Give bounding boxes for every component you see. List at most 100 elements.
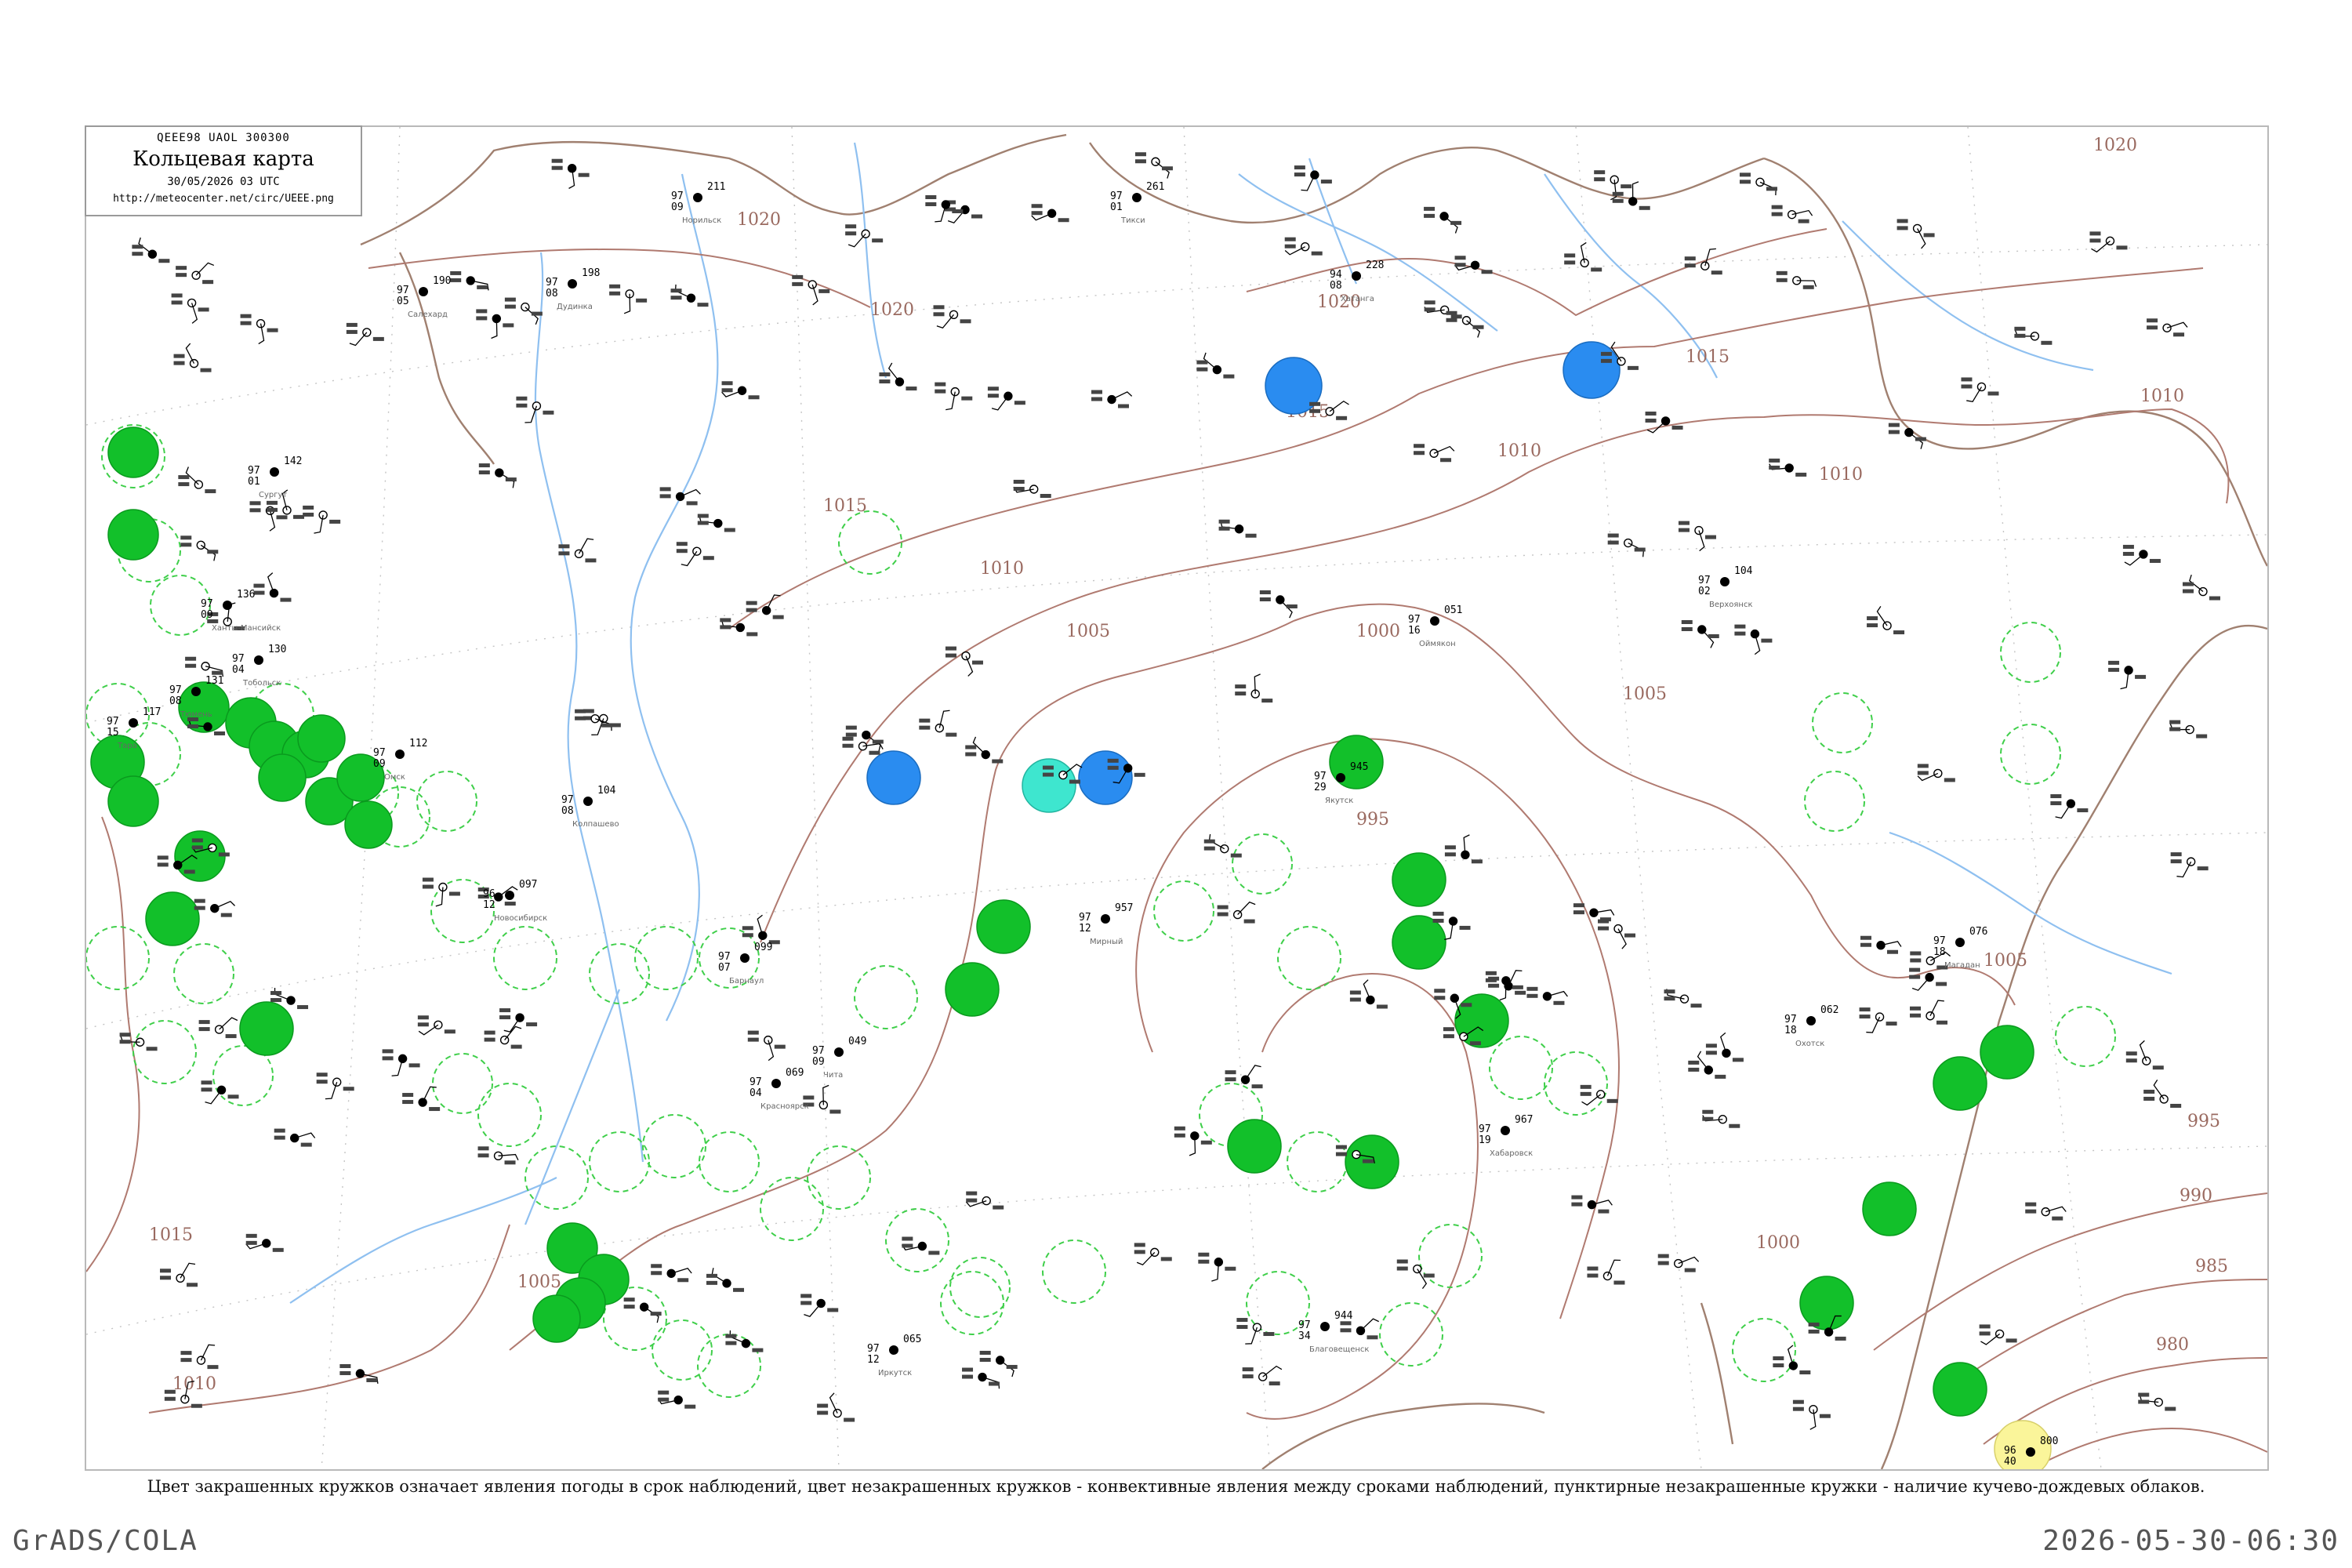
station-dot (180, 1395, 190, 1404)
station-value-mark (187, 1283, 198, 1287)
station-value-mark (1684, 263, 1696, 268)
station-value-mark (818, 289, 830, 293)
station-value-mark (746, 608, 757, 612)
station-p: 112 (409, 738, 427, 750)
station-value-mark (245, 1233, 257, 1238)
station-value-mark (1174, 1126, 1185, 1131)
station-value-mark (659, 494, 671, 499)
station-t: 97 (1079, 912, 1091, 924)
station-p: 051 (1444, 604, 1462, 616)
station-value-mark (623, 1305, 635, 1309)
station-value-mark (402, 1100, 414, 1105)
isobar-990 (1936, 1279, 2267, 1398)
station-value-mark (1396, 1266, 1408, 1271)
station-value-mark (1235, 691, 1247, 696)
station-value-mark (720, 625, 731, 630)
station-value-mark (845, 732, 857, 737)
station-value-mark (1888, 430, 1900, 434)
isobar-label: 1010 (1497, 441, 1541, 461)
station-dot (808, 280, 817, 289)
station-value-mark (952, 209, 964, 213)
station-t: 97 (1408, 614, 1421, 626)
station-value-mark (933, 305, 945, 310)
station-value-mark (272, 1247, 284, 1252)
wind-barb (887, 362, 900, 383)
station-17: 198 9708 Дудинка (546, 267, 600, 311)
station-name: Омск (384, 773, 405, 782)
station-value-mark (1624, 933, 1636, 938)
station-value-mark (1242, 1374, 1254, 1379)
station-value-mark (658, 1390, 670, 1395)
station-value-mark (504, 304, 516, 309)
station-value-mark (1564, 253, 1576, 258)
station-value-mark (1198, 1252, 1210, 1257)
station-value-mark (879, 372, 891, 377)
station-value-mark (194, 906, 205, 910)
station-value-mark (316, 1073, 328, 1077)
station-p: 049 (848, 1036, 866, 1047)
station-value-mark (962, 1374, 974, 1379)
station-value-mark (276, 515, 288, 520)
station-value-mark (2169, 720, 2181, 724)
station-value-mark (845, 725, 857, 730)
station-p: 130 (268, 644, 286, 655)
station-3: 130 9704 Тобольск (232, 644, 286, 688)
station-symbol (191, 687, 201, 696)
station-value-mark (1553, 1000, 1565, 1005)
station-value-mark (1819, 1414, 1831, 1418)
station-value-mark (1340, 1328, 1352, 1333)
station-value-mark (1587, 1273, 1599, 1278)
station-value-mark (609, 291, 621, 296)
station-0: 136 9709 Ханты-Мансийск (201, 589, 281, 633)
station-p: 800 (2040, 1436, 2058, 1447)
station-p: 967 (1515, 1114, 1533, 1126)
station-value-mark (928, 1250, 940, 1255)
station-value-mark (1196, 360, 1208, 365)
station-value-mark (1526, 993, 1538, 998)
station-value-mark (503, 323, 514, 328)
station-value-mark (1161, 166, 1173, 171)
station-p: 076 (1969, 926, 1987, 938)
station-value-mark (774, 1044, 786, 1049)
station-value-mark (721, 388, 733, 393)
station-value-mark (218, 852, 230, 857)
station-dot (1047, 209, 1057, 218)
title-box: QEEE98 UAOL 300300 Кольцевая карта 30/05… (85, 125, 362, 216)
bulletin-code: QEEE98 UAOL 300300 (157, 132, 290, 144)
isobar-1005-b (1700, 800, 2016, 1006)
station-value-mark (1690, 1004, 1702, 1008)
station-value-mark (202, 280, 214, 285)
station-value-mark (1887, 949, 1899, 954)
station-value-mark (205, 489, 216, 494)
station-value-mark (1242, 1367, 1254, 1372)
station-t: 97 (1698, 575, 1711, 586)
station-value-mark (1684, 1268, 1696, 1272)
station-value-mark (1245, 533, 1257, 538)
station-value-mark (180, 535, 192, 540)
station-d: 09 (373, 758, 386, 770)
station-p: 944 (1334, 1310, 1353, 1322)
station-value-mark (1200, 1140, 1212, 1145)
station-value-mark (1776, 270, 1788, 275)
station-value-mark (1243, 919, 1255, 924)
station-value-mark (1598, 926, 1610, 931)
station-1: 142 9701 Сургут (248, 456, 302, 499)
station-value-mark (2143, 1089, 2155, 1094)
station-d: 09 (812, 1056, 825, 1068)
isobar-label: 1005 (1066, 622, 1110, 641)
station-value-mark (697, 521, 709, 525)
station-value-mark (1040, 493, 1051, 498)
station-value-mark (829, 1109, 841, 1114)
station-value-mark (1481, 270, 1493, 274)
station-value-mark (1792, 1406, 1804, 1411)
station-value-mark (2197, 866, 2209, 871)
station-value-mark (198, 1027, 210, 1032)
station-name: Чита (823, 1071, 843, 1080)
station-value-mark (1174, 1133, 1185, 1138)
station-value-mark (2173, 332, 2185, 337)
station-value-mark (585, 558, 597, 563)
station-value-mark (935, 382, 946, 387)
station-value-mark (752, 1348, 764, 1352)
station-p: 065 (903, 1334, 921, 1345)
station-value-mark (477, 1153, 489, 1158)
